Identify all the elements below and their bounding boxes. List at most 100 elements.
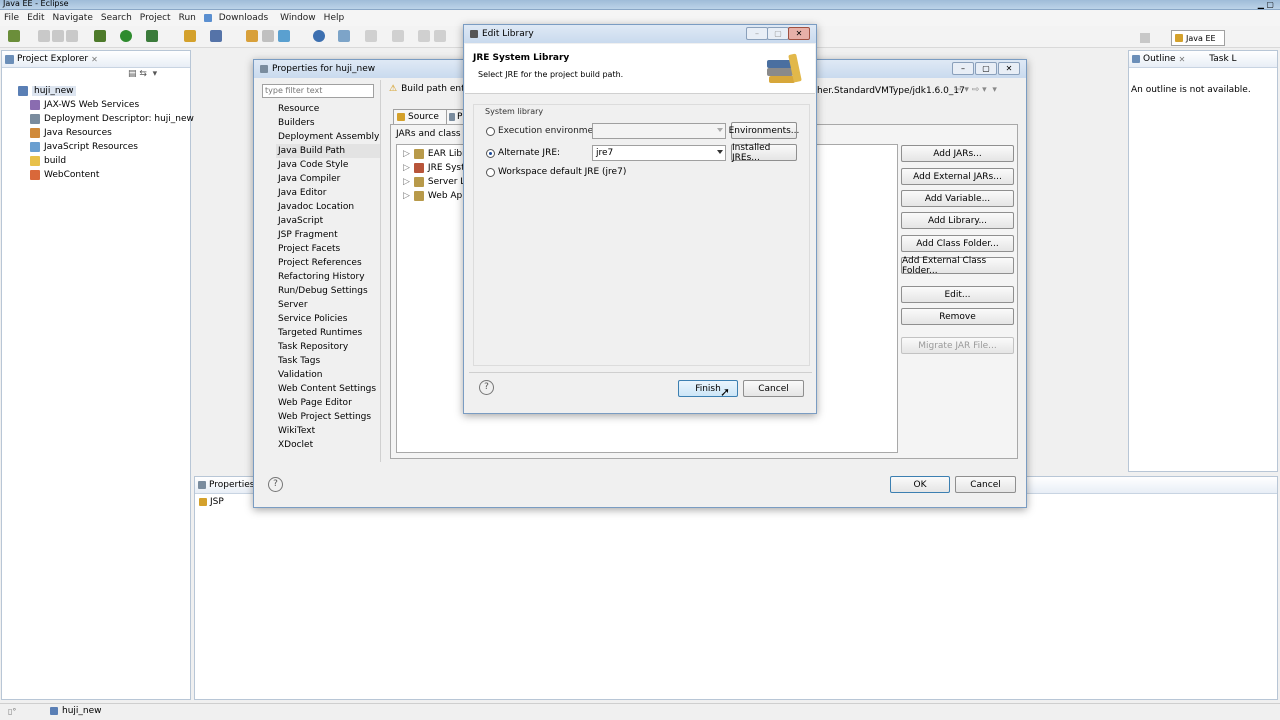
nav-item[interactable]: Builders	[276, 116, 380, 130]
close-button[interactable]: ✕	[788, 27, 810, 40]
cancel-button[interactable]: Cancel	[955, 476, 1016, 493]
tree-item[interactable]: JavaScript Resources	[18, 140, 194, 154]
add-variable-button[interactable]: Add Variable...	[901, 190, 1014, 207]
execution-environment-radio[interactable]	[486, 126, 495, 136]
nav-item[interactable]: Service Policies	[276, 312, 380, 326]
maximize-button[interactable]: ▢	[975, 62, 997, 75]
nav-item[interactable]: Project References	[276, 256, 380, 270]
save-icon[interactable]	[38, 30, 50, 42]
debug-icon[interactable]	[94, 30, 106, 42]
perspective-java-ee[interactable]: Java EE	[1171, 30, 1225, 46]
alternate-jre-option[interactable]: Alternate JRE:	[486, 148, 560, 158]
execution-environment-option[interactable]: Execution environment:	[486, 126, 605, 136]
minimize-button[interactable]: –	[952, 62, 974, 75]
tree-item[interactable]: build	[18, 154, 194, 168]
add-class-folder-button[interactable]: Add Class Folder...	[901, 235, 1014, 252]
ok-button[interactable]: OK	[890, 476, 950, 493]
nav-item[interactable]: Java Editor	[276, 186, 380, 200]
environments-button[interactable]: Environments...	[729, 122, 799, 139]
new-web-icon[interactable]	[210, 30, 222, 42]
run-icon[interactable]	[120, 30, 132, 42]
tab-outline[interactable]: Outline	[1143, 54, 1176, 64]
nav-item[interactable]: XDoclet	[276, 438, 380, 452]
nav-item[interactable]: WikiText	[276, 424, 380, 438]
nav-item[interactable]: Refactoring History	[276, 270, 380, 284]
menu-help[interactable]: Help	[320, 13, 349, 23]
remove-button[interactable]: Remove	[901, 308, 1014, 325]
workspace-default-radio[interactable]	[486, 167, 495, 177]
close-icon[interactable]: ✕	[91, 55, 98, 64]
nav-item[interactable]: Project Facets	[276, 242, 380, 256]
open-task-icon[interactable]	[262, 30, 274, 42]
new-server-icon[interactable]	[184, 30, 196, 42]
close-icon[interactable]: ✕	[1179, 55, 1186, 64]
nav-item[interactable]: Java Code Style	[276, 158, 380, 172]
execution-environment-combo[interactable]	[592, 123, 726, 139]
menu-edit[interactable]: Edit	[23, 13, 48, 23]
next-annotation-icon[interactable]	[365, 30, 377, 42]
workspace-default-option[interactable]: Workspace default JRE (jre7)	[486, 167, 626, 177]
close-button[interactable]: ✕	[998, 62, 1020, 75]
cancel-button[interactable]: Cancel	[743, 380, 804, 397]
menu-project[interactable]: Project	[136, 13, 175, 23]
history-nav[interactable]: ⇦ ▾ ⇨ ▾ ▾	[954, 85, 997, 95]
help-icon[interactable]: ?	[479, 380, 494, 395]
tree-item[interactable]: WebContent	[18, 168, 194, 182]
pin-icon[interactable]	[338, 30, 350, 42]
globe-icon[interactable]	[313, 30, 325, 42]
alternate-jre-radio[interactable]	[486, 148, 495, 158]
save-all-icon[interactable]	[52, 30, 64, 42]
help-icon[interactable]: ?	[268, 477, 283, 492]
nav-item[interactable]: Server	[276, 298, 380, 312]
add-external-jars-button[interactable]: Add External JARs...	[901, 168, 1014, 185]
nav-item[interactable]: Web Content Settings	[276, 382, 380, 396]
nav-item-selected[interactable]: Java Build Path	[276, 144, 380, 158]
fast-view-icon[interactable]: ▯°	[8, 707, 16, 716]
print-icon[interactable]	[66, 30, 78, 42]
tree-root[interactable]: huji_new	[18, 84, 194, 98]
nav-item[interactable]: Web Project Settings	[276, 410, 380, 424]
edit-button[interactable]: Edit...	[901, 286, 1014, 303]
back-icon[interactable]	[418, 30, 430, 42]
coverage-icon[interactable]	[146, 30, 158, 42]
nav-item[interactable]: Validation	[276, 368, 380, 382]
nav-item[interactable]: Web Page Editor	[276, 396, 380, 410]
open-perspective-icon[interactable]	[1140, 33, 1150, 43]
project-explorer-tab[interactable]: Project Explorer ✕	[2, 51, 190, 68]
nav-item[interactable]: Run/Debug Settings	[276, 284, 380, 298]
window-controls[interactable]: ▁ ▢	[1258, 0, 1274, 9]
nav-item[interactable]: Javadoc Location	[276, 200, 380, 214]
filter-input[interactable]: type filter text	[262, 84, 374, 98]
prev-annotation-icon[interactable]	[392, 30, 404, 42]
menu-window[interactable]: Window	[276, 13, 320, 23]
nav-item[interactable]: Java Compiler	[276, 172, 380, 186]
migrate-jar-button[interactable]: Migrate JAR File...	[901, 337, 1014, 354]
tree-item[interactable]: Java Resources	[18, 126, 194, 140]
installed-jres-button[interactable]: Installed JREs...	[731, 143, 797, 163]
add-library-button[interactable]: Add Library...	[901, 212, 1014, 229]
nav-item[interactable]: Task Tags	[276, 354, 380, 368]
add-jars-button[interactable]: Add JARs...	[901, 145, 1014, 162]
menu-navigate[interactable]: Navigate	[49, 13, 97, 23]
nav-item[interactable]: Resource	[276, 102, 380, 116]
nav-item[interactable]: Task Repository	[276, 340, 380, 354]
menu-run[interactable]: Run	[175, 13, 200, 23]
new-icon[interactable]	[8, 30, 20, 42]
forward-icon[interactable]	[434, 30, 446, 42]
menu-file[interactable]: File	[0, 13, 23, 23]
alternate-jre-combo[interactable]: jre7	[592, 145, 726, 161]
add-external-class-folder-button[interactable]: Add External Class Folder...	[901, 256, 1014, 276]
minimize-button[interactable]: –	[746, 27, 768, 40]
menu-search[interactable]: Search	[97, 13, 136, 23]
view-toolbar[interactable]: ▤ ⇆ ▾	[128, 69, 157, 79]
nav-item[interactable]: JSP Fragment	[276, 228, 380, 242]
nav-item[interactable]: Deployment Assembly	[276, 130, 380, 144]
menu-downloads[interactable]: Downloads	[200, 13, 276, 23]
tab-task-list[interactable]: Task L	[1209, 54, 1236, 64]
open-type-icon[interactable]	[246, 30, 258, 42]
tree-item[interactable]: JAX-WS Web Services	[18, 98, 194, 112]
tree-item[interactable]: Deployment Descriptor: huji_new	[18, 112, 194, 126]
nav-item[interactable]: Targeted Runtimes	[276, 326, 380, 340]
maximize-button[interactable]: ▢	[767, 27, 789, 40]
search-icon[interactable]	[278, 30, 290, 42]
